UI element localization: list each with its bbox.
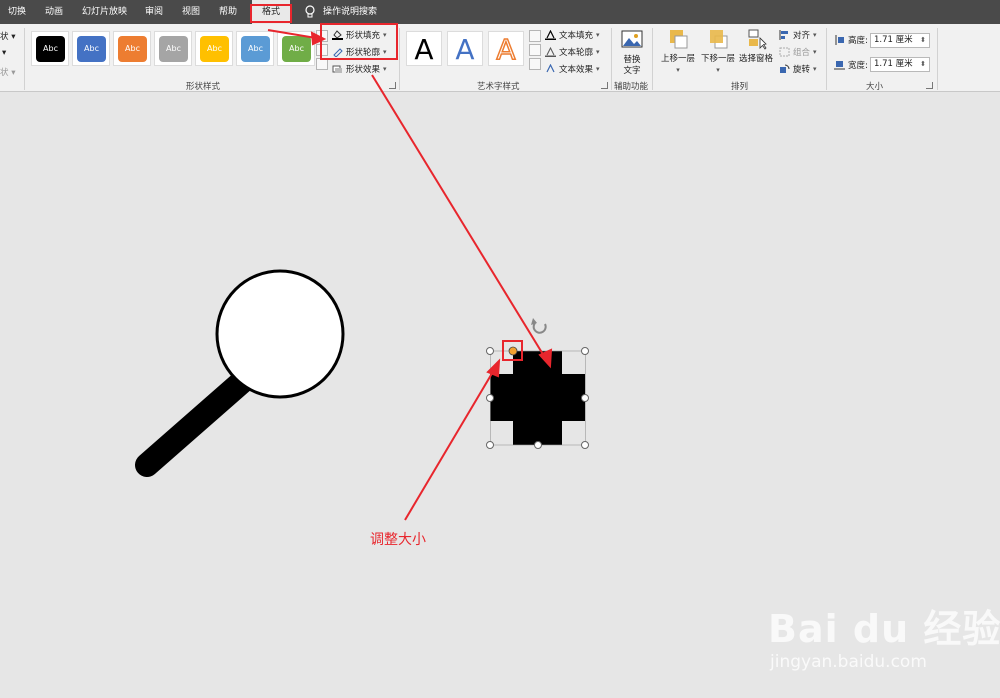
resize-handle-bottom-right[interactable]: [581, 441, 589, 449]
cross-shape[interactable]: [490, 351, 585, 445]
arrow-to-cross: [371, 74, 545, 357]
rotate-handle-icon[interactable]: [531, 318, 547, 334]
slide-canvas: [135, 29, 589, 521]
resize-handle-right[interactable]: [581, 394, 589, 402]
baidu-jingyan-watermark-logo: Bai du 经验: [768, 607, 1000, 651]
resize-caption: 调整大小: [370, 532, 426, 548]
resize-handle-bottom-left[interactable]: [486, 441, 494, 449]
adjustment-handle[interactable]: [508, 346, 518, 356]
baidu-jingyan-watermark-url: jingyan.baidu.com: [770, 652, 927, 672]
magnifier-shape[interactable]: [135, 269, 345, 477]
arrow-to-fill-outline: [267, 29, 317, 39]
magnifier-handle[interactable]: [135, 368, 256, 477]
arrowhead-fill-outline: [310, 31, 327, 46]
resize-handle-left[interactable]: [486, 394, 494, 402]
annotation-arrows: [267, 29, 553, 521]
resize-handle-top-right[interactable]: [581, 347, 589, 355]
resize-handle-top-left[interactable]: [486, 347, 494, 355]
resize-handle-bottom[interactable]: [534, 441, 542, 449]
arrow-to-adjustment-handle: [404, 369, 495, 521]
magnifier-lens[interactable]: [215, 269, 345, 399]
arrowhead-adjustment-handle: [486, 358, 501, 378]
